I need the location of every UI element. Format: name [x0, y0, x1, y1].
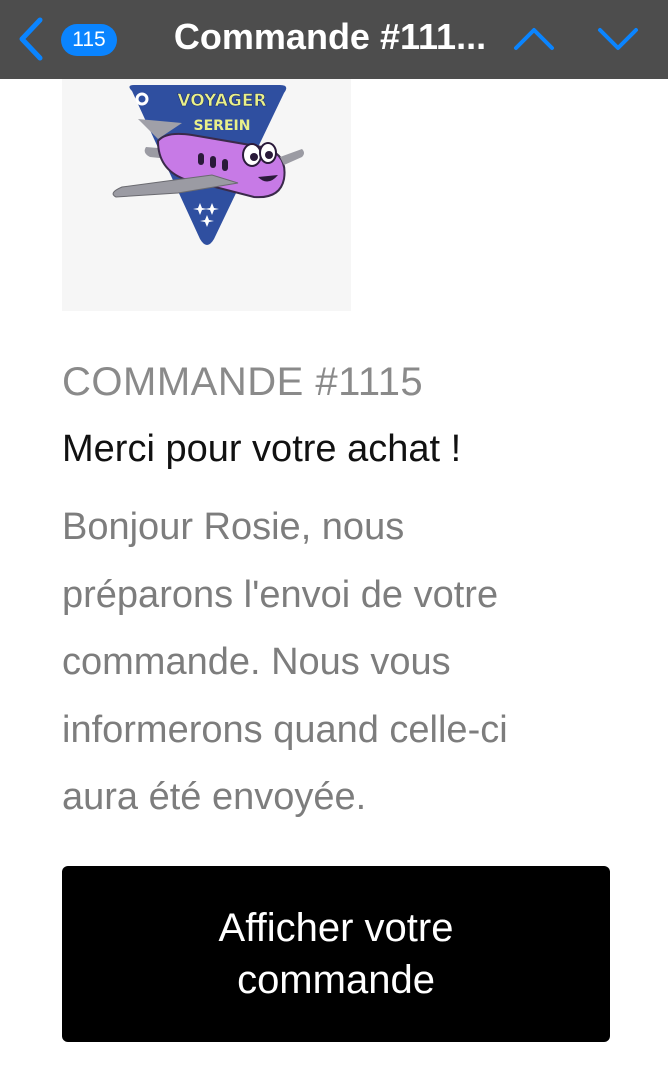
body-line: commande. Nous vous	[62, 641, 451, 683]
body-line: aura été envoyée.	[62, 776, 367, 818]
mail-header-bar: 115 Commande #111...	[0, 0, 668, 79]
view-order-button[interactable]: Afficher votre commande	[62, 866, 610, 1042]
airplane-badge-logo: VOYAGER SEREIN	[112, 85, 304, 245]
unread-count-badge: 115	[61, 24, 117, 56]
order-number-label: COMMANDE #1115	[62, 360, 424, 404]
thank-you-headline: Merci pour votre achat !	[62, 428, 462, 470]
logo-text-line1: VOYAGER	[177, 91, 266, 111]
view-order-button-label-line1: Afficher votre	[218, 906, 454, 950]
body-line: Bonjour Rosie, nous	[62, 506, 405, 548]
next-message-button[interactable]	[592, 14, 644, 64]
chevron-down-icon	[598, 28, 638, 50]
message-subject-title: Commande #111...	[173, 16, 487, 57]
body-line: informerons quand celle-ci	[62, 708, 508, 751]
chevron-up-icon	[514, 28, 554, 50]
logo-text-line2: SEREIN	[194, 118, 251, 134]
back-button[interactable]: 115	[10, 10, 120, 68]
order-message-body: Bonjour Rosie, nous préparons l'envoi de…	[62, 494, 622, 832]
brand-logo: VOYAGER SEREIN	[62, 79, 351, 311]
body-line: préparons l'envoi de votre	[62, 573, 499, 616]
previous-message-button[interactable]	[508, 14, 560, 64]
view-order-button-label-line2: commande	[237, 958, 435, 1002]
chevron-left-icon	[19, 17, 43, 61]
